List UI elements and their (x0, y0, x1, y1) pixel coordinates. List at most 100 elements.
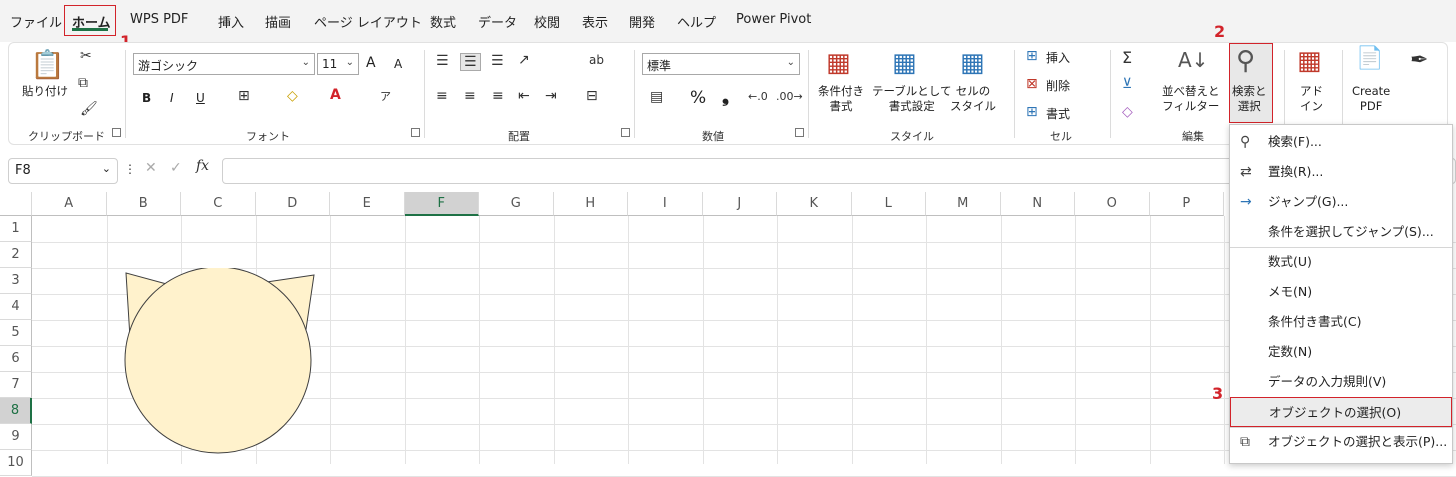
delete-cells-icon[interactable]: ⊠ (1026, 76, 1038, 92)
find-icon[interactable]: ⚲ (1236, 46, 1255, 76)
column-header-a[interactable]: A (32, 192, 107, 216)
shrink-font-button[interactable]: A (394, 57, 402, 71)
column-header-f[interactable]: F (404, 192, 479, 216)
phonetic-icon[interactable]: ア (380, 88, 391, 104)
tab-formulas[interactable]: 数式 (430, 12, 456, 31)
column-header-p[interactable]: P (1149, 192, 1224, 216)
cut-icon[interactable]: ✂ (80, 48, 92, 64)
addins-button[interactable]: アド イン (1300, 84, 1323, 114)
format-cells-icon[interactable]: ⊞ (1026, 104, 1038, 120)
tab-page-layout[interactable]: ページ レイアウト (314, 12, 422, 31)
delete-cells-button[interactable]: 削除 (1046, 77, 1070, 94)
row-header-10[interactable]: 10 (0, 450, 32, 476)
paste-icon[interactable]: 📋 (30, 48, 65, 81)
tab-review[interactable]: 校閲 (534, 12, 560, 31)
menu-item-8[interactable]: データの入力規則(V) (1230, 367, 1452, 397)
copy-icon[interactable]: ⧉ (78, 75, 88, 91)
font-color-icon[interactable]: A (330, 87, 341, 103)
format-cells-button[interactable]: 書式 (1046, 105, 1070, 122)
cancel-icon[interactable]: ✕ (145, 160, 157, 176)
select-all-corner[interactable] (0, 192, 32, 216)
insert-cells-button[interactable]: 挿入 (1046, 49, 1070, 66)
tab-draw[interactable]: 描画 (265, 12, 291, 31)
number-launcher-icon[interactable] (795, 128, 804, 137)
format-as-table-icon[interactable]: ▦ (892, 48, 917, 78)
column-header-m[interactable]: M (926, 192, 1001, 216)
tab-help[interactable]: ヘルプ (677, 12, 716, 31)
underline-button[interactable]: U (196, 91, 205, 105)
grow-font-button[interactable]: A (366, 55, 376, 71)
borders-icon[interactable]: ⊞ (238, 88, 250, 104)
wrap-text-icon[interactable]: ab (589, 53, 604, 67)
align-bottom-icon[interactable]: ☰ (491, 53, 504, 69)
name-box[interactable]: F8 ⌄ (8, 158, 118, 184)
row-header-1[interactable]: 1 (0, 216, 32, 242)
number-format-select[interactable]: 標準 ⌄ (642, 53, 800, 75)
orientation-icon[interactable]: ↗ (518, 52, 530, 68)
enter-icon[interactable]: ✓ (170, 160, 182, 176)
sort-filter-icon[interactable]: A↓ (1178, 48, 1208, 72)
column-header-h[interactable]: H (553, 192, 628, 216)
column-header-o[interactable]: O (1075, 192, 1150, 216)
row-header-9[interactable]: 9 (0, 424, 32, 450)
menu-item-6[interactable]: 条件付き書式(C) (1230, 307, 1452, 337)
menu-item-1[interactable]: ⇄ 置換(R)... (1230, 157, 1452, 187)
column-header-g[interactable]: G (479, 192, 554, 216)
sign-icon[interactable]: ✒ (1410, 48, 1428, 73)
menu-item-3[interactable]: 条件を選択してジャンプ(S)... (1230, 217, 1452, 247)
merge-center-icon[interactable]: ⊟ (586, 88, 598, 104)
find-select-button[interactable]: 検索と 選択 (1232, 84, 1267, 114)
addins-icon[interactable]: ▦ (1297, 46, 1322, 76)
format-painter-icon[interactable]: 🖌 (80, 101, 98, 117)
create-pdf-button[interactable]: Create PDF (1352, 84, 1390, 114)
font-name-select[interactable]: 游ゴシック ⌄ (133, 53, 315, 75)
increase-indent-icon[interactable]: ⇥ (545, 88, 557, 104)
tab-file[interactable]: ファイル (10, 12, 62, 31)
align-top-icon[interactable]: ☰ (436, 53, 449, 69)
column-header-d[interactable]: D (255, 192, 330, 216)
row-header-6[interactable]: 6 (0, 346, 32, 372)
align-center-icon[interactable]: ≡ (464, 88, 476, 104)
column-header-n[interactable]: N (1000, 192, 1075, 216)
function-icon[interactable]: fx (196, 158, 209, 174)
column-header-i[interactable]: I (628, 192, 703, 216)
menu-item-10[interactable]: ⧉ オブジェクトの選択と表示(P)... (1230, 427, 1452, 457)
pdf-icon[interactable]: 📄 (1356, 46, 1383, 71)
column-header-j[interactable]: J (702, 192, 777, 216)
menu-item-4[interactable]: 数式(U) (1230, 247, 1452, 277)
fill-color-icon[interactable]: ◇ (287, 88, 298, 104)
insert-cells-icon[interactable]: ⊞ (1026, 48, 1038, 64)
menu-item-5[interactable]: メモ(N) (1230, 277, 1452, 307)
conditional-format-button[interactable]: 条件付き 書式 (818, 84, 864, 114)
sort-filter-button[interactable]: 並べ替えと フィルター (1162, 84, 1220, 114)
decrease-decimal-icon[interactable]: .00→ (776, 90, 803, 103)
alignment-launcher-icon[interactable] (621, 128, 630, 137)
row-header-3[interactable]: 3 (0, 268, 32, 294)
row-header-5[interactable]: 5 (0, 320, 32, 346)
font-launcher-icon[interactable] (411, 128, 420, 137)
decrease-indent-icon[interactable]: ⇤ (518, 88, 530, 104)
align-left-icon[interactable]: ≡ (436, 88, 448, 104)
conditional-format-icon[interactable]: ▦ (826, 48, 851, 78)
italic-button[interactable]: I (170, 91, 174, 105)
more-icon[interactable]: ⋮ (124, 162, 136, 176)
row-header-8[interactable]: 8 (0, 398, 32, 424)
column-header-e[interactable]: E (330, 192, 405, 216)
comma-button[interactable]: ❟ (722, 86, 729, 107)
column-header-k[interactable]: K (777, 192, 852, 216)
fill-icon[interactable]: ⊻ (1122, 76, 1132, 92)
paste-button[interactable]: 貼り付け (22, 84, 68, 99)
clipboard-launcher-icon[interactable] (112, 128, 121, 137)
tab-data[interactable]: データ (478, 12, 517, 31)
menu-item-7[interactable]: 定数(N) (1230, 337, 1452, 367)
align-middle-icon[interactable]: ☰ (460, 53, 481, 71)
align-right-icon[interactable]: ≡ (492, 88, 504, 104)
tab-wps-pdf[interactable]: WPS PDF (130, 12, 188, 27)
menu-item-2[interactable]: → ジャンプ(G)... (1230, 187, 1452, 217)
cell-styles-button[interactable]: セルの スタイル (950, 84, 996, 114)
increase-decimal-icon[interactable]: ←.0 (748, 90, 768, 103)
tab-insert[interactable]: 挿入 (218, 12, 244, 31)
menu-item-9[interactable]: オブジェクトの選択(O) (1230, 397, 1452, 427)
clear-icon[interactable]: ◇ (1122, 104, 1133, 120)
column-header-b[interactable]: B (106, 192, 181, 216)
